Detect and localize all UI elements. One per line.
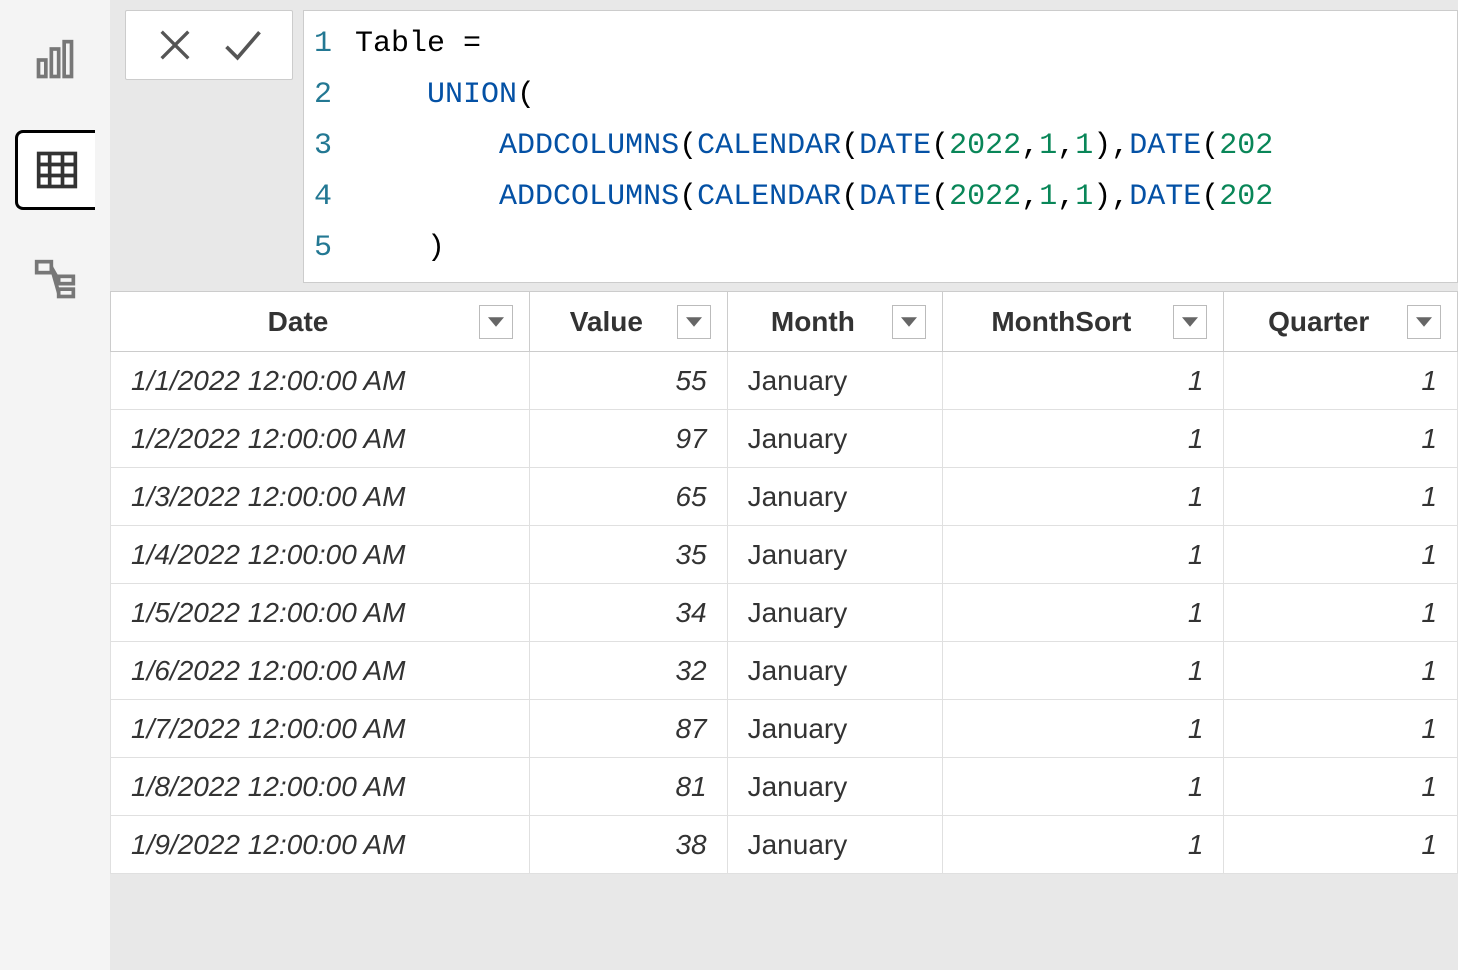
column-header-label: Month [744,306,883,338]
filter-dropdown-icon[interactable] [1407,305,1441,339]
cell-value[interactable]: 81 [530,758,728,816]
report-view-button[interactable] [15,20,95,100]
cell-date[interactable]: 1/1/2022 12:00:00 AM [111,352,530,410]
cell-month[interactable]: January [727,758,943,816]
cell-quarter[interactable]: 1 [1224,758,1458,816]
filter-dropdown-icon[interactable] [677,305,711,339]
cell-quarter[interactable]: 1 [1224,700,1458,758]
column-header-label: Value [546,306,667,338]
cell-date[interactable]: 1/2/2022 12:00:00 AM [111,410,530,468]
cell-quarter[interactable]: 1 [1224,352,1458,410]
cell-monthsort[interactable]: 1 [943,758,1224,816]
view-switcher-sidebar [0,0,110,970]
cell-value[interactable]: 55 [530,352,728,410]
column-header-label: MonthSort [959,306,1163,338]
table-row[interactable]: 1/7/2022 12:00:00 AM87January11 [111,700,1458,758]
cell-month[interactable]: January [727,816,943,874]
formula-actions [125,10,293,80]
cell-month[interactable]: January [727,468,943,526]
cell-value[interactable]: 35 [530,526,728,584]
cell-value[interactable]: 34 [530,584,728,642]
cell-value[interactable]: 38 [530,816,728,874]
cancel-formula-button[interactable] [151,21,199,69]
column-header-label: Quarter [1240,306,1397,338]
cell-monthsort[interactable]: 1 [943,526,1224,584]
table-row[interactable]: 1/3/2022 12:00:00 AM65January11 [111,468,1458,526]
line-gutter: 12345 [304,11,345,282]
table-row[interactable]: 1/9/2022 12:00:00 AM38January11 [111,816,1458,874]
table-row[interactable]: 1/1/2022 12:00:00 AM55January11 [111,352,1458,410]
column-header-month[interactable]: Month [727,292,943,352]
cell-month[interactable]: January [727,700,943,758]
formula-bar: 12345 Table = UNION( ADDCOLUMNS(CALENDAR… [110,0,1458,283]
cell-month[interactable]: January [727,584,943,642]
formula-editor[interactable]: 12345 Table = UNION( ADDCOLUMNS(CALENDAR… [303,10,1458,283]
table-row[interactable]: 1/5/2022 12:00:00 AM34January11 [111,584,1458,642]
cell-value[interactable]: 97 [530,410,728,468]
cell-quarter[interactable]: 1 [1224,816,1458,874]
cell-date[interactable]: 1/6/2022 12:00:00 AM [111,642,530,700]
cell-month[interactable]: January [727,410,943,468]
cell-value[interactable]: 32 [530,642,728,700]
code-content[interactable]: Table = UNION( ADDCOLUMNS(CALENDAR(DATE(… [345,11,1283,282]
data-grid: Date Value Month MonthSort Quarter 1/1/2022 … [110,291,1458,874]
cell-quarter[interactable]: 1 [1224,584,1458,642]
commit-formula-button[interactable] [219,21,267,69]
cell-monthsort[interactable]: 1 [943,642,1224,700]
cell-monthsort[interactable]: 1 [943,584,1224,642]
column-header-monthsort[interactable]: MonthSort [943,292,1224,352]
cell-monthsort[interactable]: 1 [943,700,1224,758]
cell-month[interactable]: January [727,352,943,410]
table-row[interactable]: 1/2/2022 12:00:00 AM97January11 [111,410,1458,468]
cell-quarter[interactable]: 1 [1224,468,1458,526]
cell-month[interactable]: January [727,526,943,584]
table-row[interactable]: 1/8/2022 12:00:00 AM81January11 [111,758,1458,816]
column-header-value[interactable]: Value [530,292,728,352]
table-row[interactable]: 1/6/2022 12:00:00 AM32January11 [111,642,1458,700]
cell-quarter[interactable]: 1 [1224,410,1458,468]
cell-quarter[interactable]: 1 [1224,526,1458,584]
cell-monthsort[interactable]: 1 [943,468,1224,526]
cell-date[interactable]: 1/7/2022 12:00:00 AM [111,700,530,758]
column-header-label: Date [127,306,469,338]
cell-date[interactable]: 1/8/2022 12:00:00 AM [111,758,530,816]
cell-monthsort[interactable]: 1 [943,816,1224,874]
filter-dropdown-icon[interactable] [479,305,513,339]
cell-monthsort[interactable]: 1 [943,352,1224,410]
column-header-quarter[interactable]: Quarter [1224,292,1458,352]
cell-date[interactable]: 1/4/2022 12:00:00 AM [111,526,530,584]
table-header-row: Date Value Month MonthSort Quarter [111,292,1458,352]
model-view-button[interactable] [15,240,95,320]
data-view-button[interactable] [15,130,95,210]
cell-month[interactable]: January [727,642,943,700]
cell-date[interactable]: 1/9/2022 12:00:00 AM [111,816,530,874]
cell-date[interactable]: 1/5/2022 12:00:00 AM [111,584,530,642]
cell-monthsort[interactable]: 1 [943,410,1224,468]
table-row[interactable]: 1/4/2022 12:00:00 AM35January11 [111,526,1458,584]
table-body: 1/1/2022 12:00:00 AM55January111/2/2022 … [111,352,1458,874]
cell-value[interactable]: 65 [530,468,728,526]
cell-date[interactable]: 1/3/2022 12:00:00 AM [111,468,530,526]
filter-dropdown-icon[interactable] [892,305,926,339]
cell-quarter[interactable]: 1 [1224,642,1458,700]
cell-value[interactable]: 87 [530,700,728,758]
column-header-date[interactable]: Date [111,292,530,352]
filter-dropdown-icon[interactable] [1173,305,1207,339]
